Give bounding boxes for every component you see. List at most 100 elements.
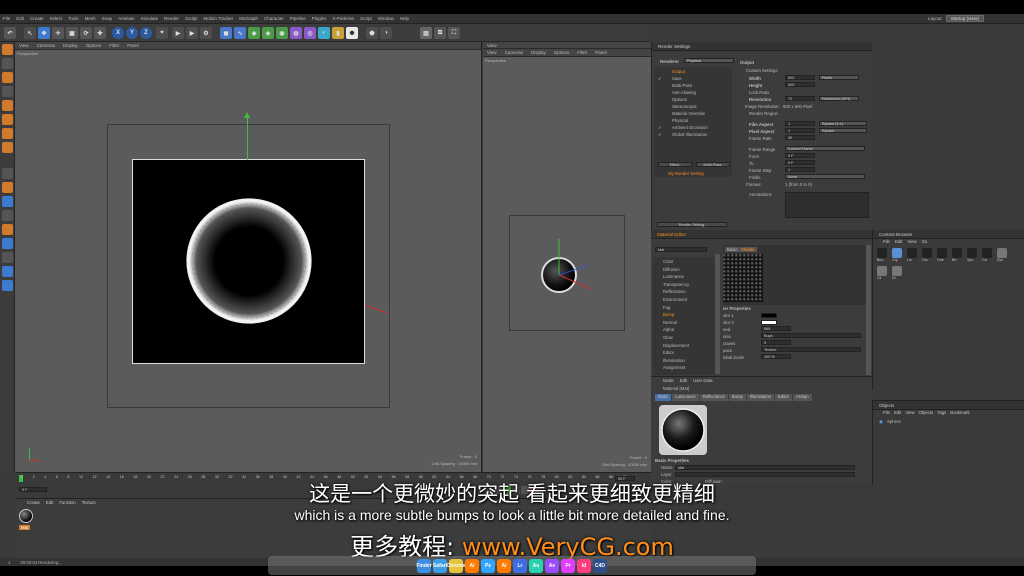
undo-icon[interactable]: ↶ bbox=[4, 27, 16, 39]
viewport-icon[interactable] bbox=[2, 280, 13, 291]
menu-mograph[interactable]: MoGraph bbox=[236, 16, 261, 21]
channel-alpha[interactable]: Alpha bbox=[663, 327, 674, 332]
dock-lr-icon[interactable]: Lr bbox=[513, 558, 527, 573]
dock-chrome-icon[interactable]: Chrome bbox=[447, 558, 465, 573]
shader-prop-field[interactable]: 100 % bbox=[761, 354, 791, 359]
attr-tab-basic[interactable]: Basic bbox=[655, 394, 672, 401]
width-field[interactable]: 600 bbox=[785, 75, 815, 80]
obj-tags-menu[interactable]: Tags bbox=[937, 410, 946, 417]
cameras-menu-2[interactable]: Cameras bbox=[501, 50, 527, 55]
menu-edit[interactable]: Edit bbox=[13, 16, 27, 21]
attr-tab-luminance[interactable]: Luminance bbox=[672, 394, 699, 401]
my-render-setting[interactable]: My Render Setting bbox=[668, 171, 704, 176]
film-aspect-field[interactable]: 1 bbox=[785, 121, 815, 126]
render-region-label[interactable]: Render Region bbox=[749, 111, 778, 116]
channel-fog[interactable]: Fog bbox=[663, 305, 670, 310]
rs-item-material-override[interactable]: Material Override bbox=[672, 111, 705, 116]
cb-item[interactable]: Dr bbox=[892, 266, 903, 280]
dock-au-icon[interactable]: Au bbox=[529, 558, 543, 573]
cb-item[interactable]: Ca bbox=[982, 248, 993, 262]
layout-selector[interactable]: Layout: Startup (User) bbox=[928, 15, 984, 22]
rs-item-antialiasing[interactable]: Anti-Aliasing bbox=[672, 90, 696, 95]
obj-bookmark-menu[interactable]: Bookmark bbox=[950, 410, 969, 417]
rs-item-global-illumination[interactable]: Global Illumination bbox=[672, 132, 707, 137]
rs-item-ambient-occlusion[interactable]: Ambient Occlusion bbox=[672, 125, 708, 130]
filter-menu-2[interactable]: Filter bbox=[573, 50, 591, 55]
lock-ratio-label[interactable]: Lock Ratio bbox=[749, 90, 769, 95]
cb-go-menu[interactable]: Go bbox=[922, 239, 928, 246]
name-field[interactable]: Mat bbox=[675, 465, 855, 470]
tweak-icon[interactable] bbox=[2, 168, 13, 179]
polygons-mode-icon[interactable] bbox=[2, 128, 13, 139]
view-menu-2[interactable]: View bbox=[483, 50, 501, 55]
cameras-menu[interactable]: Cameras bbox=[33, 43, 59, 48]
custom-settings[interactable]: Custom Settings bbox=[746, 68, 778, 73]
panel-menu[interactable]: Panel bbox=[123, 43, 143, 48]
array-icon[interactable]: ◈ bbox=[262, 27, 274, 39]
rotate-icon[interactable]: ⟳ bbox=[80, 27, 92, 39]
spline-icon[interactable]: ∿ bbox=[234, 27, 246, 39]
channel-editor[interactable]: Editor bbox=[663, 350, 674, 355]
sphere-object[interactable]: Sphere bbox=[887, 419, 901, 424]
frame-range-dropdown[interactable]: Current Frame bbox=[785, 146, 865, 151]
attr-tab-reflectance[interactable]: Reflectance bbox=[699, 394, 728, 401]
pixel-aspect-dropdown[interactable]: Square bbox=[819, 128, 867, 133]
boole-icon[interactable]: ◉ bbox=[276, 27, 288, 39]
menu-plugins[interactable]: Plugins bbox=[309, 16, 330, 21]
dock-ai-icon[interactable]: Ai bbox=[497, 558, 511, 573]
coord-system-icon[interactable]: ⌖ bbox=[156, 27, 168, 39]
z-axis-icon[interactable]: Z bbox=[140, 27, 152, 39]
material-name-field[interactable]: Mat bbox=[655, 247, 707, 252]
menu-select[interactable]: Select bbox=[47, 16, 66, 21]
shader-prop-field[interactable]: Texture bbox=[761, 347, 861, 352]
solo-icon[interactable] bbox=[2, 196, 13, 207]
effect-button[interactable]: Effect... bbox=[658, 162, 692, 167]
frame-step-field[interactable]: 1 bbox=[785, 167, 815, 172]
lock-workplane-icon[interactable] bbox=[2, 210, 13, 221]
tab-shader[interactable]: Shader bbox=[739, 247, 757, 252]
scene-icon[interactable]: ◐ bbox=[318, 27, 330, 39]
renderer-dropdown[interactable]: Physical bbox=[684, 58, 734, 63]
to-field[interactable]: 0 F bbox=[785, 160, 815, 165]
points-mode-icon[interactable] bbox=[2, 100, 13, 111]
options-menu-2[interactable]: Options bbox=[550, 50, 574, 55]
layout-dropdown[interactable]: Startup (User) bbox=[945, 15, 984, 22]
cb-edit-menu[interactable]: Edit bbox=[895, 239, 902, 246]
shader-prop-field[interactable]: Buya bbox=[761, 333, 861, 338]
cube-icon[interactable]: ◼ bbox=[220, 27, 232, 39]
view-menu[interactable]: View bbox=[15, 43, 33, 48]
menu-snap[interactable]: Snap bbox=[99, 16, 116, 21]
texture-mode-icon[interactable] bbox=[2, 72, 13, 83]
resolution-field[interactable]: 72 bbox=[785, 96, 815, 101]
rs-item-multipass[interactable]: Multi-Pass bbox=[672, 83, 692, 88]
x-axis-icon[interactable]: X bbox=[112, 27, 124, 39]
cb-item[interactable]: Cli bbox=[877, 266, 888, 280]
y-axis-icon[interactable]: Y bbox=[126, 27, 138, 39]
scale-icon[interactable]: ▣ bbox=[66, 27, 78, 39]
y-axis-handle[interactable] bbox=[247, 115, 248, 160]
menu-xparticles[interactable]: X-Particles bbox=[330, 16, 358, 21]
cb-file-menu[interactable]: File bbox=[883, 239, 890, 246]
dock-ae-icon[interactable]: Ae bbox=[545, 558, 559, 573]
display-menu-2[interactable]: Display bbox=[527, 50, 550, 55]
grid-icon[interactable] bbox=[2, 224, 13, 235]
height-field[interactable]: 600 bbox=[785, 82, 815, 87]
cb-item[interactable]: Bri bbox=[952, 248, 963, 262]
cb-item[interactable]: Cry bbox=[892, 248, 903, 262]
channel-transparency[interactable]: Transparency bbox=[663, 282, 689, 287]
python-icon[interactable]: ⬟ bbox=[366, 27, 378, 39]
film-aspect-dropdown[interactable]: Square (1:1) bbox=[819, 121, 867, 126]
right-viewport[interactable]: View View Cameras Display Options Filter… bbox=[483, 42, 651, 472]
cursor-tool-icon[interactable]: ↖ bbox=[24, 27, 36, 39]
menu-render[interactable]: Render bbox=[161, 16, 182, 21]
dock-finder-icon[interactable]: Finder bbox=[416, 558, 432, 573]
pixel-aspect-field[interactable]: 1 bbox=[785, 128, 815, 133]
channel-displacement[interactable]: Displacement bbox=[663, 343, 689, 348]
snap-icon[interactable] bbox=[2, 182, 13, 193]
channel-color[interactable]: Color bbox=[663, 259, 673, 264]
resolution-unit[interactable]: Pixels/Inch (DPI) bbox=[819, 96, 859, 101]
rs-item-stereoscopic[interactable]: Stereoscopic bbox=[672, 104, 697, 109]
attr-tab-bump[interactable]: Bump bbox=[728, 394, 746, 401]
multipass-button[interactable]: Multi-Pass... bbox=[696, 162, 730, 167]
dock-safari-icon[interactable]: Safari bbox=[433, 558, 447, 573]
